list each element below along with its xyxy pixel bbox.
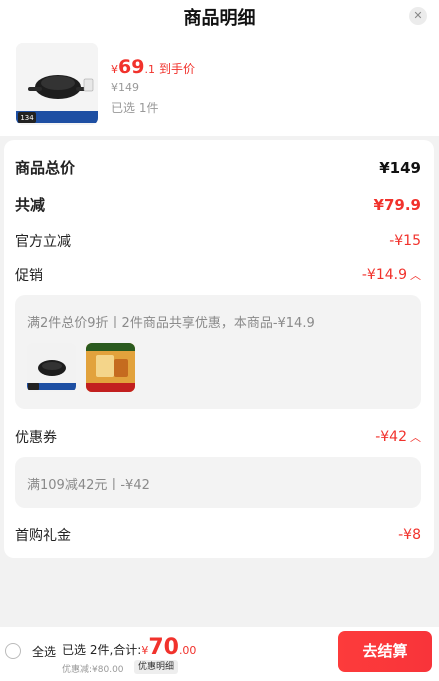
thumbnail-price-tag: 134	[18, 113, 36, 123]
promo-description: 满2件总价9折丨2件商品共享优惠，本商品-¥14.9	[27, 316, 315, 331]
original-price: ¥149	[111, 81, 139, 94]
product-image-small	[27, 343, 76, 392]
promo-detail-box: 满2件总价9折丨2件商品共享优惠，本商品-¥14.9	[15, 295, 421, 409]
official-value: -¥15	[389, 233, 421, 249]
product-thumbnail: 134	[16, 43, 98, 125]
promo-value: -¥14.9	[361, 267, 407, 283]
promo-label: 促销	[15, 268, 43, 284]
select-all-label[interactable]: 全选	[32, 643, 56, 660]
gift-row: 首购礼金 -¥8	[15, 525, 421, 545]
close-icon[interactable]: ✕	[409, 7, 427, 25]
select-all-radio[interactable]	[5, 643, 21, 659]
total-label: 商品总价	[15, 159, 76, 177]
checkout-bar: 全选 已选 2件,合计:¥70.00 优惠减:¥80.00 优惠明细 去结算	[0, 627, 439, 681]
checkout-button[interactable]: 去结算	[338, 631, 432, 672]
total-row: 商品总价 ¥149	[15, 157, 421, 178]
promo-item-image-1[interactable]	[27, 343, 76, 392]
total-decimal: .00	[178, 644, 197, 657]
selected-summary: 已选 2件,合计:	[62, 643, 142, 657]
order-summary: 已选 2件,合计:¥70.00	[62, 635, 196, 660]
reduce-row: 共减 ¥79.9	[15, 194, 421, 215]
gift-value: -¥8	[398, 527, 421, 543]
chevron-up-icon[interactable]: ︿	[410, 429, 421, 445]
reduce-label: 共减	[15, 196, 46, 214]
discount-detail-button[interactable]: 优惠明细	[134, 660, 179, 674]
total-integer: 70	[148, 635, 179, 660]
coupon-row[interactable]: 优惠券 -¥42 ︿	[15, 427, 421, 447]
reduce-value: ¥79.9	[373, 195, 421, 214]
product-header-panel: 商品明细 ✕ 134 ¥69.1 到手价 ¥149 已选 1件	[0, 0, 439, 136]
coupon-detail-box: 满109减42元丨-¥42	[15, 457, 421, 508]
official-row: 官方立减 -¥15	[15, 231, 421, 251]
page-title: 商品明细	[183, 8, 256, 29]
price-label: 到手价	[158, 62, 195, 76]
selected-count: 已选 1件	[111, 101, 159, 115]
gift-label: 首购礼金	[15, 528, 71, 544]
promo-item-image-2[interactable]	[86, 343, 135, 392]
price-detail-card: 商品总价 ¥149 共减 ¥79.9 官方立减 -¥15 促销 -¥14.9 ︿ …	[4, 140, 434, 558]
price-integer: 69	[118, 56, 145, 78]
coupon-value: -¥42	[375, 429, 407, 445]
chevron-up-icon[interactable]: ︿	[410, 267, 421, 283]
final-price: ¥69.1 到手价	[111, 56, 195, 78]
price-decimal: .1	[144, 63, 155, 76]
official-label: 官方立减	[15, 234, 71, 250]
product-image-small-2	[86, 343, 135, 392]
coupon-description: 满109减42元丨-¥42	[27, 478, 150, 493]
coupon-label: 优惠券	[15, 430, 57, 446]
price-symbol: ¥	[111, 63, 118, 76]
total-value: ¥149	[379, 158, 421, 177]
promo-row[interactable]: 促销 -¥14.9 ︿	[15, 265, 421, 285]
discount-text: 优惠减:¥80.00	[62, 665, 124, 675]
